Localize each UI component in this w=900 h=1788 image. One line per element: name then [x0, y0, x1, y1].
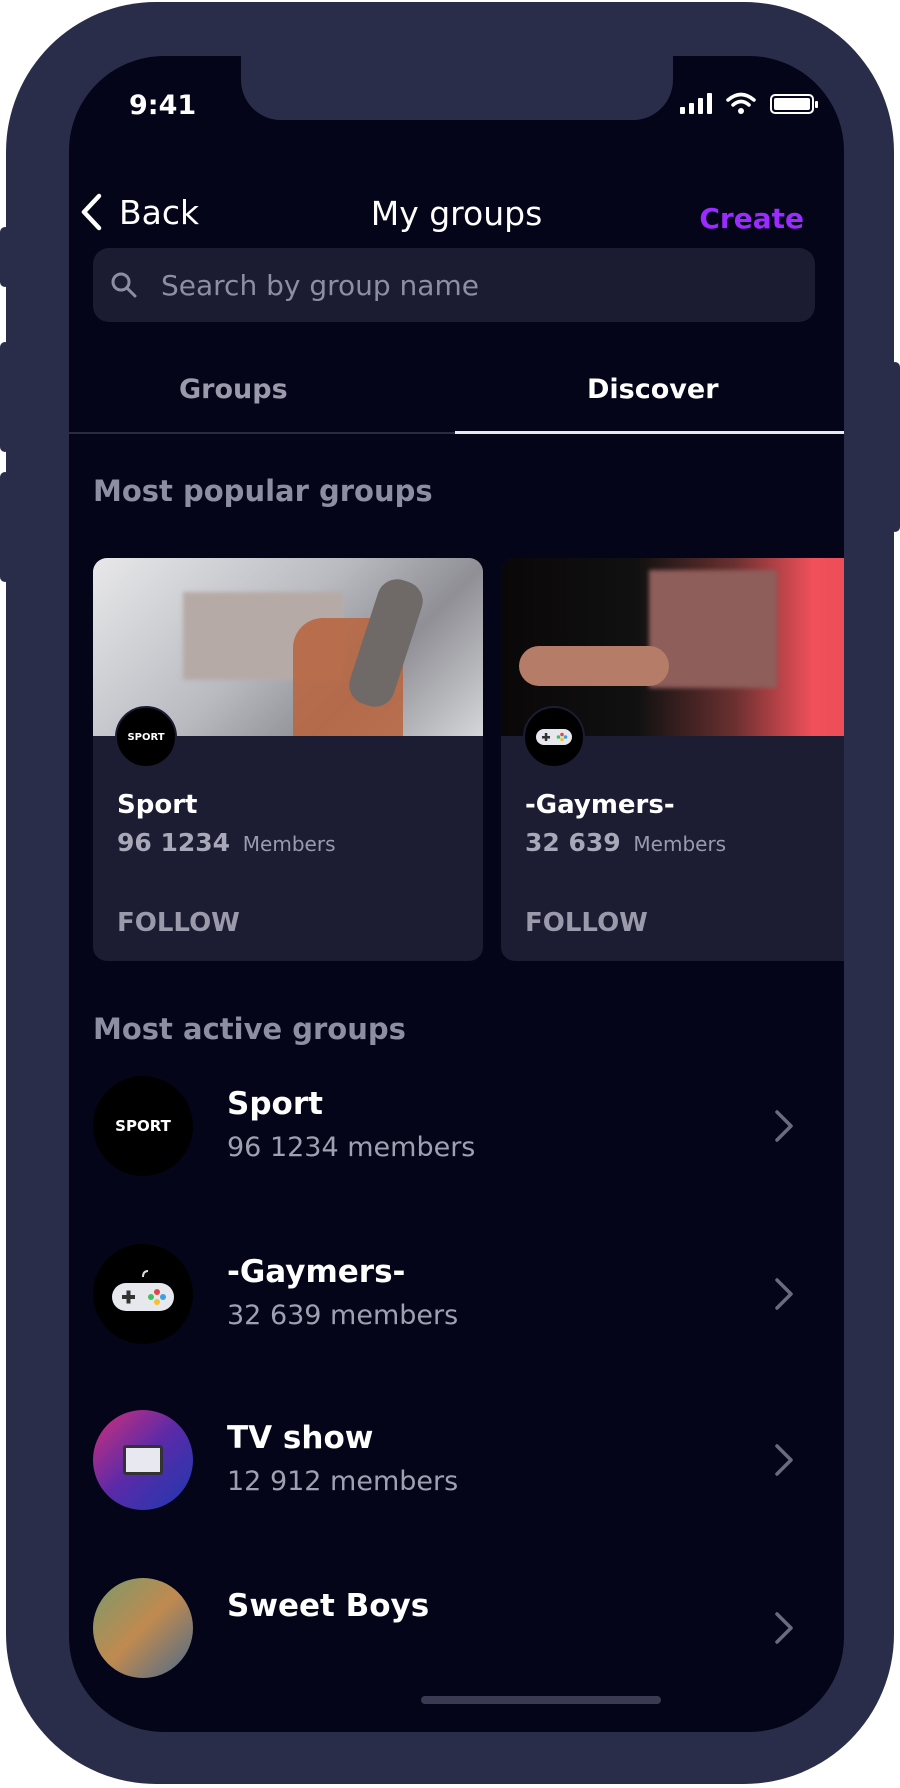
battery-icon: [770, 94, 818, 114]
popular-group-card[interactable]: SPORT Sport 96 1234 Members FOLLOW: [93, 558, 483, 961]
popular-groups-heading: Most popular groups: [93, 474, 433, 508]
members-label: Members: [633, 832, 727, 856]
wifi-icon: [726, 92, 756, 114]
power-button: [890, 362, 900, 532]
chevron-right-icon: [775, 1612, 793, 1644]
group-member-count: 32 639 Members: [525, 828, 726, 857]
gamepad-icon: [93, 1244, 193, 1344]
active-group-row[interactable]: -Gaymers- 32 639 members: [93, 1244, 833, 1344]
group-badge: SPORT: [93, 1076, 193, 1176]
group-name: TV show: [227, 1420, 374, 1456]
group-member-count: 32 639 members: [227, 1300, 459, 1331]
group-badge: SPORT: [115, 706, 177, 768]
tab-groups[interactable]: Groups: [179, 374, 288, 405]
group-member-count: 96 1234 members: [227, 1132, 476, 1163]
members-label: Members: [242, 832, 336, 856]
popular-group-card[interactable]: -Gaymers- 32 639 Members FOLLOW: [501, 558, 844, 961]
tv-icon: [93, 1410, 193, 1510]
phone-frame: 9:41 Back My groups Create Search by gro…: [0, 2, 900, 1784]
chevron-right-icon: [775, 1278, 793, 1310]
group-name: Sport: [227, 1086, 323, 1122]
volume-down-button: [0, 472, 10, 582]
active-groups-heading: Most active groups: [93, 1012, 406, 1046]
tab-discover[interactable]: Discover: [587, 374, 719, 405]
search-bar[interactable]: [93, 248, 815, 322]
group-name: Sport: [117, 790, 198, 820]
active-tab-indicator: [455, 431, 844, 434]
group-name: -Gaymers-: [525, 790, 675, 820]
nav-bar: Back My groups Create: [69, 164, 844, 244]
follow-button[interactable]: FOLLOW: [525, 908, 648, 938]
chevron-right-icon: [775, 1444, 793, 1476]
status-time: 9:41: [129, 90, 197, 121]
follow-button[interactable]: FOLLOW: [117, 908, 240, 938]
tab-bar: Groups Discover: [69, 356, 844, 434]
active-group-row[interactable]: SPORT Sport 96 1234 members: [93, 1076, 833, 1176]
mute-switch: [0, 227, 10, 287]
search-icon: [111, 272, 137, 298]
member-count-value: 96 1234: [117, 828, 231, 857]
gamepad-icon: [523, 706, 585, 768]
status-icons: [680, 92, 818, 114]
member-count-value: 32 639: [525, 828, 621, 857]
group-avatar: [93, 1578, 193, 1678]
search-input[interactable]: [159, 267, 783, 303]
create-button[interactable]: Create: [699, 202, 804, 235]
group-name: -Gaymers-: [227, 1254, 406, 1290]
volume-up-button: [0, 342, 10, 452]
chevron-right-icon: [775, 1110, 793, 1142]
group-member-count: 12 912 members: [227, 1466, 459, 1497]
active-group-row[interactable]: Sweet Boys: [93, 1578, 833, 1678]
active-group-row[interactable]: TV show 12 912 members: [93, 1410, 833, 1510]
home-indicator: [421, 1696, 661, 1704]
hands-shape: [519, 646, 669, 686]
notch: [241, 56, 673, 120]
signal-icon: [680, 92, 712, 114]
group-member-count: 96 1234 Members: [117, 828, 335, 857]
group-name: Sweet Boys: [227, 1588, 430, 1624]
screen: 9:41 Back My groups Create Search by gro…: [69, 56, 844, 1732]
